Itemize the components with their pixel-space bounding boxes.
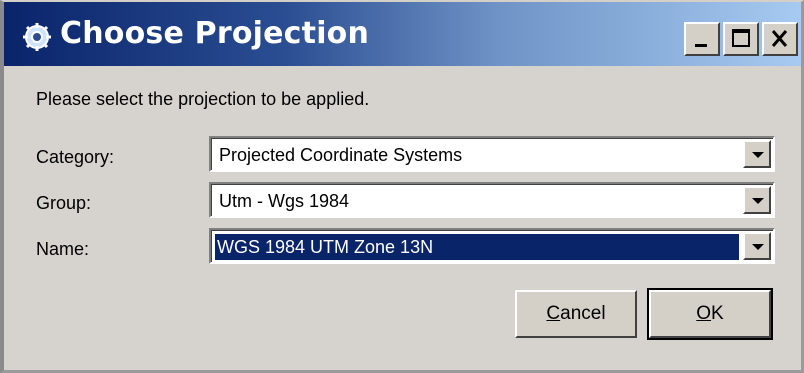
- name-dropdown[interactable]: WGS 1984 UTM Zone 13N: [209, 228, 775, 264]
- category-label: Category:: [36, 147, 115, 167]
- cancel-mnemonic: C: [546, 303, 561, 324]
- name-value: WGS 1984 UTM Zone 13N: [215, 234, 739, 260]
- close-icon: [771, 30, 788, 47]
- name-label: Name:: [36, 239, 90, 259]
- name-dropdown-button[interactable]: [743, 232, 771, 260]
- group-label: Group:: [36, 193, 92, 213]
- minimize-icon: [695, 44, 707, 47]
- maximize-icon: [732, 29, 750, 47]
- cancel-label: ancel: [560, 303, 606, 324]
- window-title: Choose Projection: [60, 16, 370, 51]
- cancel-button[interactable]: Cancel: [515, 290, 637, 338]
- maximize-button[interactable]: [723, 22, 759, 56]
- title-bar[interactable]: Choose Projection: [4, 2, 801, 66]
- ok-button[interactable]: OK: [647, 288, 773, 340]
- group-value: Utm - Wgs 1984: [219, 191, 350, 211]
- ok-label: K: [711, 303, 724, 324]
- chevron-down-icon: [752, 152, 764, 158]
- minimize-button[interactable]: [684, 22, 720, 56]
- category-dropdown[interactable]: Projected Coordinate Systems: [209, 136, 775, 172]
- chevron-down-icon: [752, 198, 764, 204]
- choose-projection-dialog: Choose Projection Please select the proj…: [0, 0, 804, 373]
- group-dropdown-button[interactable]: [743, 186, 771, 214]
- ok-mnemonic: O: [696, 303, 712, 324]
- instruction-text: Please select the projection to be appli…: [36, 89, 370, 109]
- chevron-down-icon: [752, 244, 764, 250]
- category-dropdown-button[interactable]: [743, 140, 771, 168]
- group-dropdown[interactable]: Utm - Wgs 1984: [209, 182, 775, 218]
- category-value: Projected Coordinate Systems: [219, 145, 463, 165]
- close-button[interactable]: [762, 22, 798, 56]
- globe-gear-icon: [23, 23, 51, 51]
